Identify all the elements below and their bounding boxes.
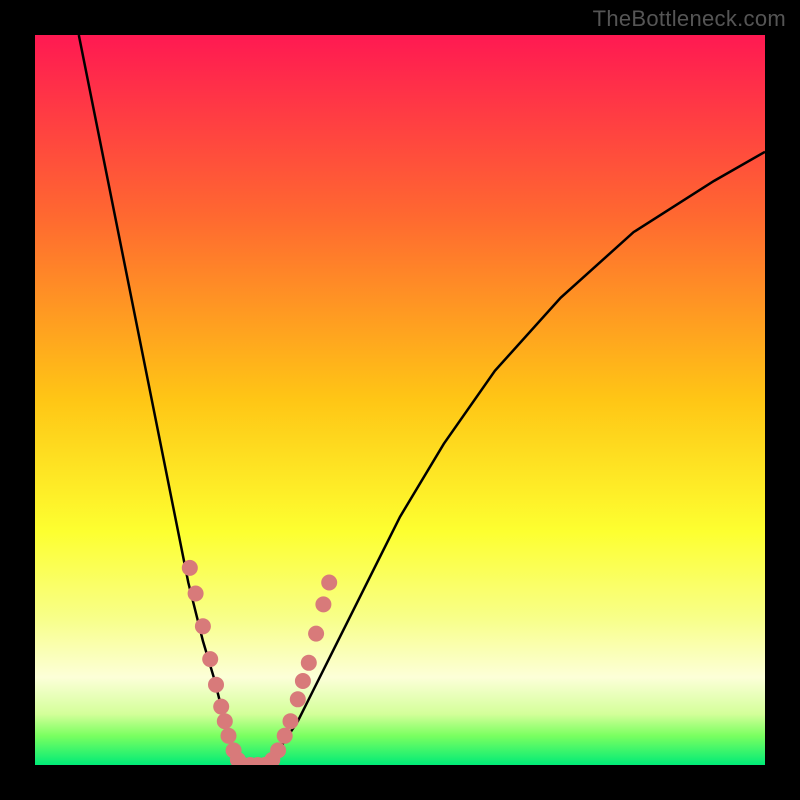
plot-area	[35, 35, 765, 765]
left-branch-marker	[217, 713, 233, 729]
left-branch-marker	[202, 651, 218, 667]
right-branch-marker	[295, 673, 311, 689]
right-branch-marker	[277, 728, 293, 744]
left-branch-marker	[182, 560, 198, 576]
right-branch-marker	[321, 575, 337, 591]
right-branch-marker	[315, 596, 331, 612]
right-branch-marker	[290, 691, 306, 707]
curve-left-curve	[79, 35, 243, 765]
right-branch-marker	[270, 742, 286, 758]
left-branch-marker	[195, 618, 211, 634]
right-branch-marker	[301, 655, 317, 671]
watermark-text: TheBottleneck.com	[593, 6, 786, 32]
left-branch-marker	[213, 699, 229, 715]
curves-and-markers	[35, 35, 765, 765]
left-branch-marker	[221, 728, 237, 744]
left-branch-marker	[208, 677, 224, 693]
chart-container: TheBottleneck.com	[0, 0, 800, 800]
right-branch-marker	[283, 713, 299, 729]
left-branch-marker	[188, 586, 204, 602]
right-branch-marker	[308, 626, 324, 642]
curve-right-curve	[261, 152, 765, 765]
